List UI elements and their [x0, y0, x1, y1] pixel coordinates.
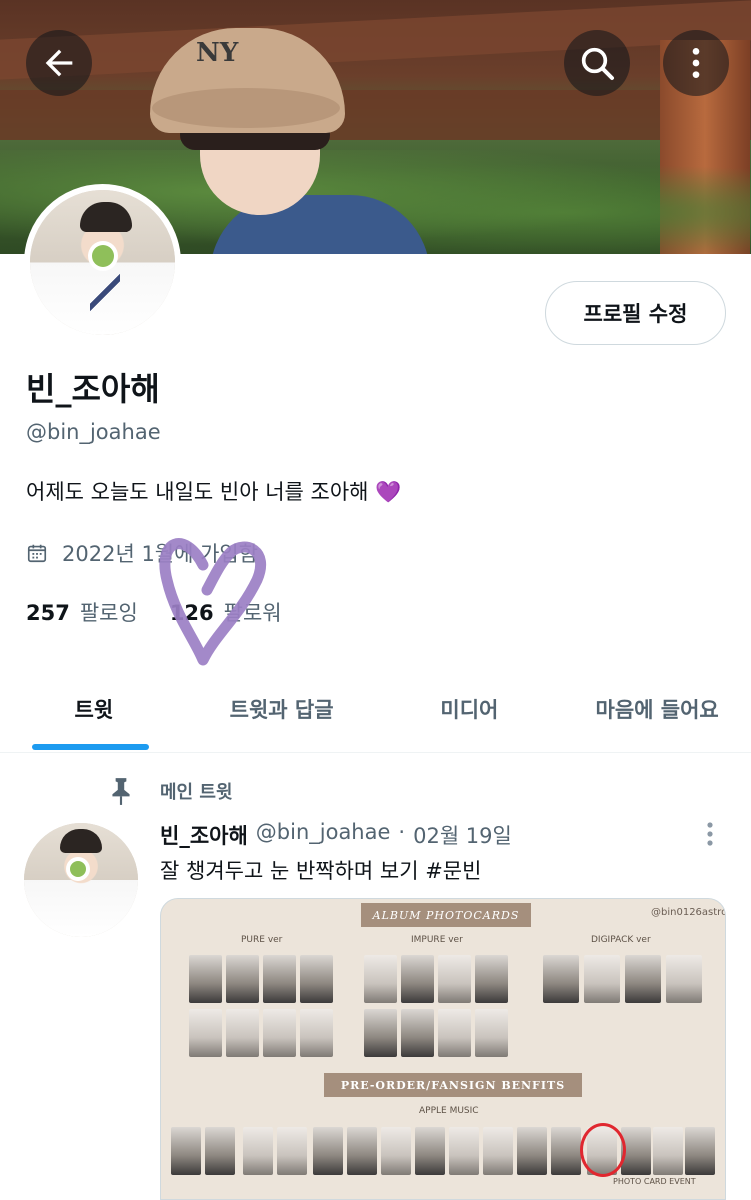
hat-logo: NY	[196, 38, 239, 68]
media-apple-music: APPLE MUSIC	[419, 1106, 479, 1116]
photocard	[625, 955, 661, 1003]
tweet-avatar-flower	[70, 861, 86, 877]
photocard	[313, 1127, 343, 1175]
media-album-photocards-title: ALBUM PHOTOCARDS	[361, 903, 531, 927]
photocard	[226, 1009, 259, 1057]
photocard	[347, 1127, 377, 1175]
photocard	[584, 955, 620, 1003]
photocard	[449, 1127, 479, 1175]
tab-tweets[interactable]: 트윗	[0, 665, 188, 752]
photocard	[401, 1009, 434, 1057]
photocard	[189, 1009, 222, 1057]
photocard	[205, 1127, 235, 1175]
back-button[interactable]	[26, 30, 92, 96]
tweet-header: 빈_조아해 @bin_joahae · 02월 19일	[160, 820, 512, 850]
avatar-collar	[90, 270, 120, 315]
profile-handle: @bin_joahae	[26, 420, 161, 444]
following-count: 257	[26, 601, 70, 625]
photocard	[517, 1127, 547, 1175]
photocard	[415, 1127, 445, 1175]
photocard	[685, 1127, 715, 1175]
photocard	[475, 1009, 508, 1057]
photocard	[475, 955, 508, 1003]
profile-tabs: 트윗 트윗과 답글 미디어 마음에 들어요	[0, 665, 751, 753]
photocard	[300, 955, 333, 1003]
photocard	[263, 1009, 296, 1057]
media-ver-impure: IMPURE ver	[411, 935, 463, 945]
profile-name: 빈_조아해	[26, 370, 160, 408]
photocard	[401, 955, 434, 1003]
followers-link[interactable]: 126 팔로워	[170, 597, 282, 627]
more-button[interactable]	[663, 30, 729, 96]
followers-label: 팔로워	[223, 601, 282, 625]
tweet-text: 잘 챙겨두고 눈 반짝하며 보기 #문빈	[160, 859, 482, 883]
photocard	[438, 955, 471, 1003]
tweet-media-image[interactable]: ALBUM PHOTOCARDS @bin0126astro PURE ver …	[160, 898, 726, 1200]
tweet-avatar[interactable]	[24, 823, 138, 937]
photocard	[277, 1127, 307, 1175]
photocard	[226, 955, 259, 1003]
photocard	[483, 1127, 513, 1175]
photocard	[364, 955, 397, 1003]
banner-beam	[0, 0, 751, 80]
tab-media[interactable]: 미디어	[376, 665, 564, 752]
photocard	[364, 1009, 397, 1057]
following-link[interactable]: 257 팔로잉	[26, 597, 138, 627]
pinned-label: 메인 트윗	[160, 782, 233, 803]
photocard	[189, 955, 222, 1003]
photocard	[543, 955, 579, 1003]
media-photo-card-event: PHOTO CARD EVENT	[613, 1177, 696, 1186]
pin-icon	[112, 778, 130, 805]
more-vertical-icon	[692, 48, 700, 78]
arrow-left-icon	[45, 49, 73, 77]
follow-stats: 257 팔로잉 126 팔로워	[26, 597, 282, 627]
photocard	[438, 1009, 471, 1057]
pinned-label-row: 메인 트윗	[108, 776, 233, 806]
media-ver-digipack: DIGIPACK ver	[591, 935, 651, 945]
photocard	[263, 955, 296, 1003]
following-label: 팔로잉	[79, 601, 138, 625]
photocard	[171, 1127, 201, 1175]
tab-likes[interactable]: 마음에 들어요	[563, 665, 751, 752]
media-ver-pure: PURE ver	[241, 935, 283, 945]
banner-hat-brim	[152, 88, 340, 128]
photocard	[381, 1127, 411, 1175]
profile-bio: 어제도 오늘도 내일도 빈아 너를 조아해 💜	[26, 480, 402, 504]
calendar-icon	[27, 544, 47, 563]
photocard	[653, 1127, 683, 1175]
photocard	[243, 1127, 273, 1175]
red-circle-highlight	[580, 1123, 626, 1177]
edit-profile-button[interactable]: 프로필 수정	[545, 281, 726, 345]
profile-avatar[interactable]	[24, 184, 181, 341]
media-benefits-title: PRE-ORDER/FANSIGN BENFITS	[324, 1073, 582, 1097]
tweet-date[interactable]: 02월 19일	[413, 820, 512, 850]
media-credit: @bin0126astro	[651, 907, 726, 918]
followers-count: 126	[169, 601, 214, 625]
tweet-separator: ·	[398, 820, 406, 844]
tab-tweets-replies[interactable]: 트윗과 답글	[188, 665, 376, 752]
photocard	[551, 1127, 581, 1175]
search-icon	[581, 47, 614, 80]
photocard	[300, 1009, 333, 1057]
banner-beam	[0, 90, 751, 140]
active-tab-indicator	[32, 744, 149, 750]
tweet-author-name[interactable]: 빈_조아해	[160, 820, 248, 850]
search-button[interactable]	[564, 30, 630, 96]
tweet-more-icon[interactable]	[700, 820, 720, 850]
tweet-author-handle[interactable]: @bin_joahae	[256, 820, 391, 850]
joined-text: 2022년 1월에 가입함	[62, 542, 259, 566]
joined-date: 2022년 1월에 가입함	[26, 538, 258, 568]
avatar-flower	[92, 245, 114, 267]
photocard	[666, 955, 702, 1003]
